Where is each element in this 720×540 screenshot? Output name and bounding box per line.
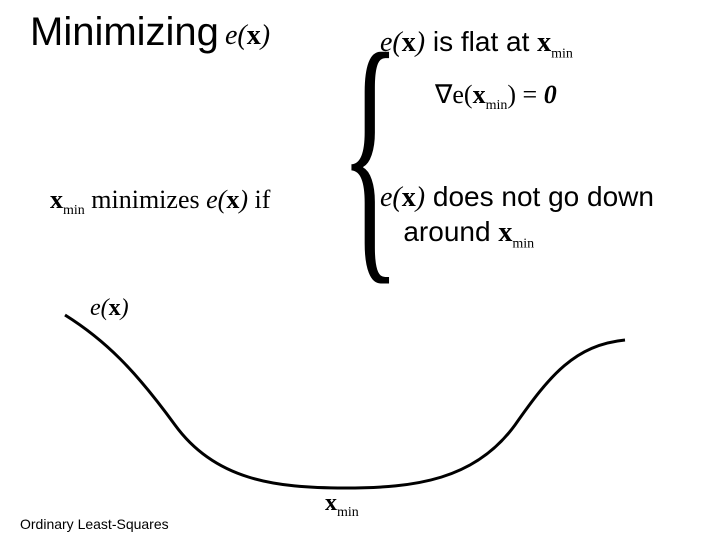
cond-xmin-sub: min — [63, 203, 85, 218]
down-text-line2: around — [403, 216, 490, 247]
x-var: x — [247, 20, 261, 51]
flat-condition: e(x) is flat at xmin — [380, 26, 573, 63]
down-condition: e(x) does not go down around xmin — [380, 180, 654, 253]
grad-xmin-sub: min — [486, 98, 508, 113]
footer-text: Ordinary Least-Squares — [20, 516, 169, 532]
cond-xmin-var: x — [50, 185, 63, 214]
function-curve — [45, 310, 645, 500]
cond-mid: minimizes — [85, 185, 206, 214]
cond-e-expr: e(x) — [206, 185, 248, 214]
grad-x: x — [473, 80, 486, 109]
slide-title: Minimizing — [30, 10, 219, 55]
flat-text: is flat at — [433, 26, 529, 57]
cond-tail: if — [248, 185, 270, 214]
grad-left: ∇e( — [435, 80, 473, 109]
curly-brace-icon: { — [340, 12, 400, 292]
xmin-down: xmin — [498, 217, 534, 248]
title-expression: e(x) — [225, 20, 270, 52]
zero-vector: 0 — [544, 80, 557, 109]
e-func: e( — [225, 20, 247, 51]
minimize-condition: xmin minimizes e(x) if — [50, 185, 270, 219]
gradient-zero-expression: ∇e(xmin) = 0 — [435, 80, 557, 114]
xmin-flat: xmin — [537, 27, 573, 58]
grad-right: ) = — [507, 80, 543, 109]
plot-xmin-label: xmin — [325, 490, 359, 521]
close-paren: ) — [261, 20, 270, 51]
down-text-line1: does not go down — [433, 181, 654, 212]
slide: Minimizing e(x) e(x) is flat at xmin ∇e(… — [0, 0, 720, 540]
